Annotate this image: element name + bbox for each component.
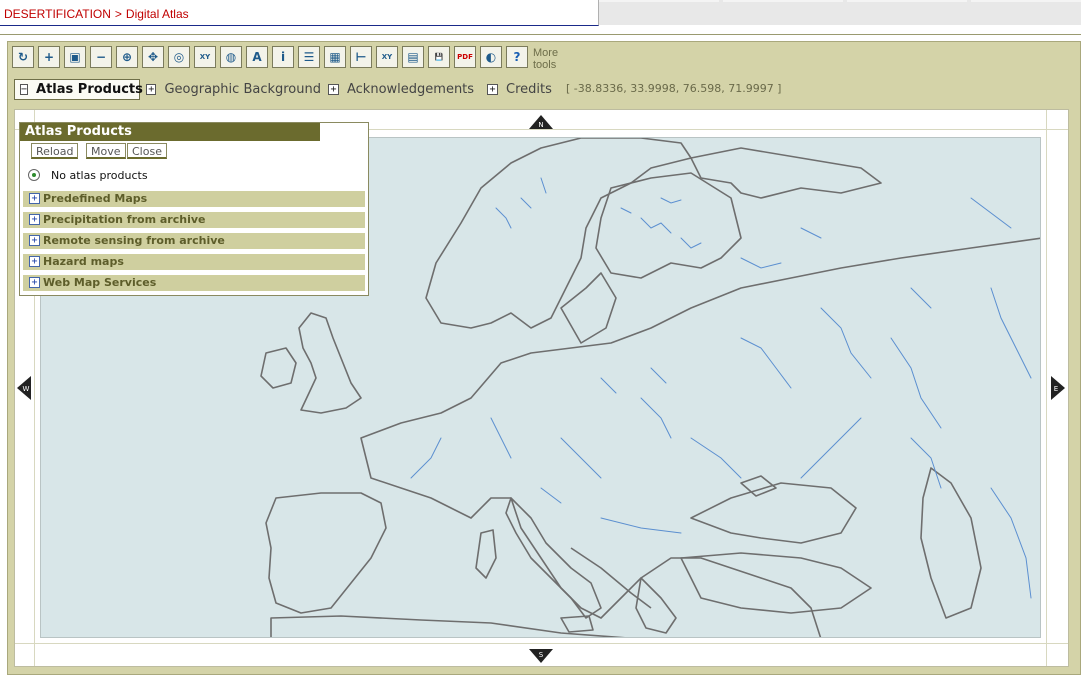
zoom-out-button[interactable]: −	[90, 46, 112, 68]
expand-icon: +	[487, 84, 498, 95]
breadcrumb-current[interactable]: Digital Atlas	[126, 7, 189, 21]
tab-atlas-products[interactable]: − Atlas Products	[14, 79, 143, 100]
globe-icon: ◐	[485, 50, 497, 64]
category-label: Remote sensing from archive	[43, 234, 225, 247]
no-products-label: No atlas products	[51, 169, 148, 182]
category-predefined-maps[interactable]: + Predefined Maps	[23, 191, 365, 207]
breadcrumb-separator: >	[114, 7, 122, 21]
more-tools-label-2: tools	[533, 59, 557, 71]
expand-icon: +	[146, 84, 157, 95]
expand-icon: +	[29, 277, 40, 288]
more-tools-label-1: More	[533, 47, 559, 59]
info-icon: i	[280, 50, 286, 64]
tab-geographic-background[interactable]: + Geographic Background	[141, 79, 321, 100]
breadcrumb-trail: DESERTIFICATION > Digital Atlas	[4, 7, 189, 21]
legend-button[interactable]: ☰	[298, 46, 320, 68]
coordinates-button[interactable]: XY	[376, 46, 398, 68]
breadcrumb: DESERTIFICATION > Digital Atlas	[0, 0, 599, 26]
globe-button[interactable]: ◐	[480, 46, 502, 68]
image-export-button[interactable]: ▤	[402, 46, 424, 68]
panel-title[interactable]: Atlas Products	[20, 123, 320, 141]
zoom-xy-button[interactable]: XY	[194, 46, 216, 68]
atlas-products-panel: Atlas Products Reload Move Close No atla…	[19, 122, 369, 296]
reload-button[interactable]: Reload	[31, 143, 79, 159]
category-precipitation-archive[interactable]: + Precipitation from archive	[23, 212, 365, 228]
refresh-button[interactable]: ↻	[12, 46, 34, 68]
pan-south-button[interactable]: S	[529, 648, 553, 667]
category-label: Predefined Maps	[43, 192, 148, 205]
tab-credits[interactable]: + Credits	[482, 79, 562, 100]
zoom-in-icon: +	[43, 50, 55, 64]
info-button[interactable]: i	[272, 46, 294, 68]
category-hazard-maps[interactable]: + Hazard maps	[23, 254, 365, 270]
zoom-next-button[interactable]: A	[246, 46, 268, 68]
no-products-radio[interactable]	[28, 169, 40, 181]
coordinates-icon: XY	[381, 53, 393, 61]
move-button[interactable]: Move	[86, 143, 126, 159]
pan-button[interactable]: ✥	[142, 46, 164, 68]
category-label: Hazard maps	[43, 255, 124, 268]
zoom-extent-icon: ◎	[173, 50, 185, 64]
category-remote-sensing-archive[interactable]: + Remote sensing from archive	[23, 233, 365, 249]
chart-button[interactable]: ▦	[324, 46, 346, 68]
pan-south-icon: S	[529, 649, 553, 663]
expand-icon: +	[29, 256, 40, 267]
tab-label: Credits	[506, 82, 552, 97]
collapse-icon: −	[20, 84, 29, 95]
zoom-next-icon: A	[252, 50, 262, 64]
map-extent-coords: [ -38.8336, 33.9998, 76.598, 71.9997 ]	[566, 82, 782, 95]
pan-east-button[interactable]: E	[1051, 376, 1065, 404]
tab-label: Geographic Background	[164, 82, 321, 97]
pdf-button[interactable]: PDF	[454, 46, 476, 68]
expand-icon: +	[328, 84, 339, 95]
legend-icon: ☰	[303, 50, 315, 64]
tab-label: Atlas Products	[36, 82, 143, 97]
expand-icon: +	[29, 214, 40, 225]
chart-icon: ▦	[329, 50, 341, 64]
zoom-box-button[interactable]: ▣	[64, 46, 86, 68]
zoom-extent-button[interactable]: ◎	[168, 46, 190, 68]
pdf-icon: PDF	[457, 53, 473, 61]
zoom-box-icon: ▣	[69, 50, 81, 64]
tab-acknowledgements[interactable]: + Acknowledgements	[323, 79, 485, 100]
save-button[interactable]: 💾	[428, 46, 450, 68]
expand-icon: +	[29, 193, 40, 204]
pan-north-button[interactable]: N	[529, 114, 553, 133]
top-grey-area	[599, 0, 1081, 25]
category-label: Precipitation from archive	[43, 213, 206, 226]
zoom-previous-icon: ◍	[225, 50, 237, 64]
help-icon: ?	[513, 50, 521, 64]
pan-south-label: S	[539, 651, 544, 659]
pan-west-button[interactable]: W	[17, 376, 31, 404]
close-button[interactable]: Close	[127, 143, 167, 159]
save-icon: 💾	[434, 53, 444, 61]
top-bar: DESERTIFICATION > Digital Atlas	[0, 0, 1081, 27]
measure-button[interactable]: ⊢	[350, 46, 372, 68]
refresh-icon: ↻	[17, 50, 29, 64]
help-button[interactable]: ?	[506, 46, 528, 68]
zoom-xy-icon: XY	[199, 53, 211, 61]
expand-icon: +	[29, 235, 40, 246]
pan-west-icon: W	[17, 376, 31, 400]
pan-east-label: E	[1054, 385, 1058, 393]
pan-west-label: W	[23, 385, 30, 393]
category-web-map-services[interactable]: + Web Map Services	[23, 275, 365, 291]
zoom-in-button[interactable]: +	[38, 46, 60, 68]
tab-label: Acknowledgements	[347, 82, 475, 97]
pan-east-icon: E	[1051, 376, 1065, 400]
zoom-full-icon: ⊕	[121, 50, 133, 64]
pan-north-icon: N	[529, 115, 553, 129]
breadcrumb-root-link[interactable]: DESERTIFICATION	[4, 7, 111, 21]
image-export-icon: ▤	[407, 50, 419, 64]
more-tools-link[interactable]: More tools	[533, 47, 558, 71]
measure-icon: ⊢	[355, 50, 367, 64]
zoom-full-button[interactable]: ⊕	[116, 46, 138, 68]
pan-icon: ✥	[147, 50, 159, 64]
category-label: Web Map Services	[43, 276, 157, 289]
pan-north-label: N	[538, 121, 543, 129]
divider	[0, 34, 1081, 35]
zoom-out-icon: −	[95, 50, 107, 64]
zoom-previous-button[interactable]: ◍	[220, 46, 242, 68]
